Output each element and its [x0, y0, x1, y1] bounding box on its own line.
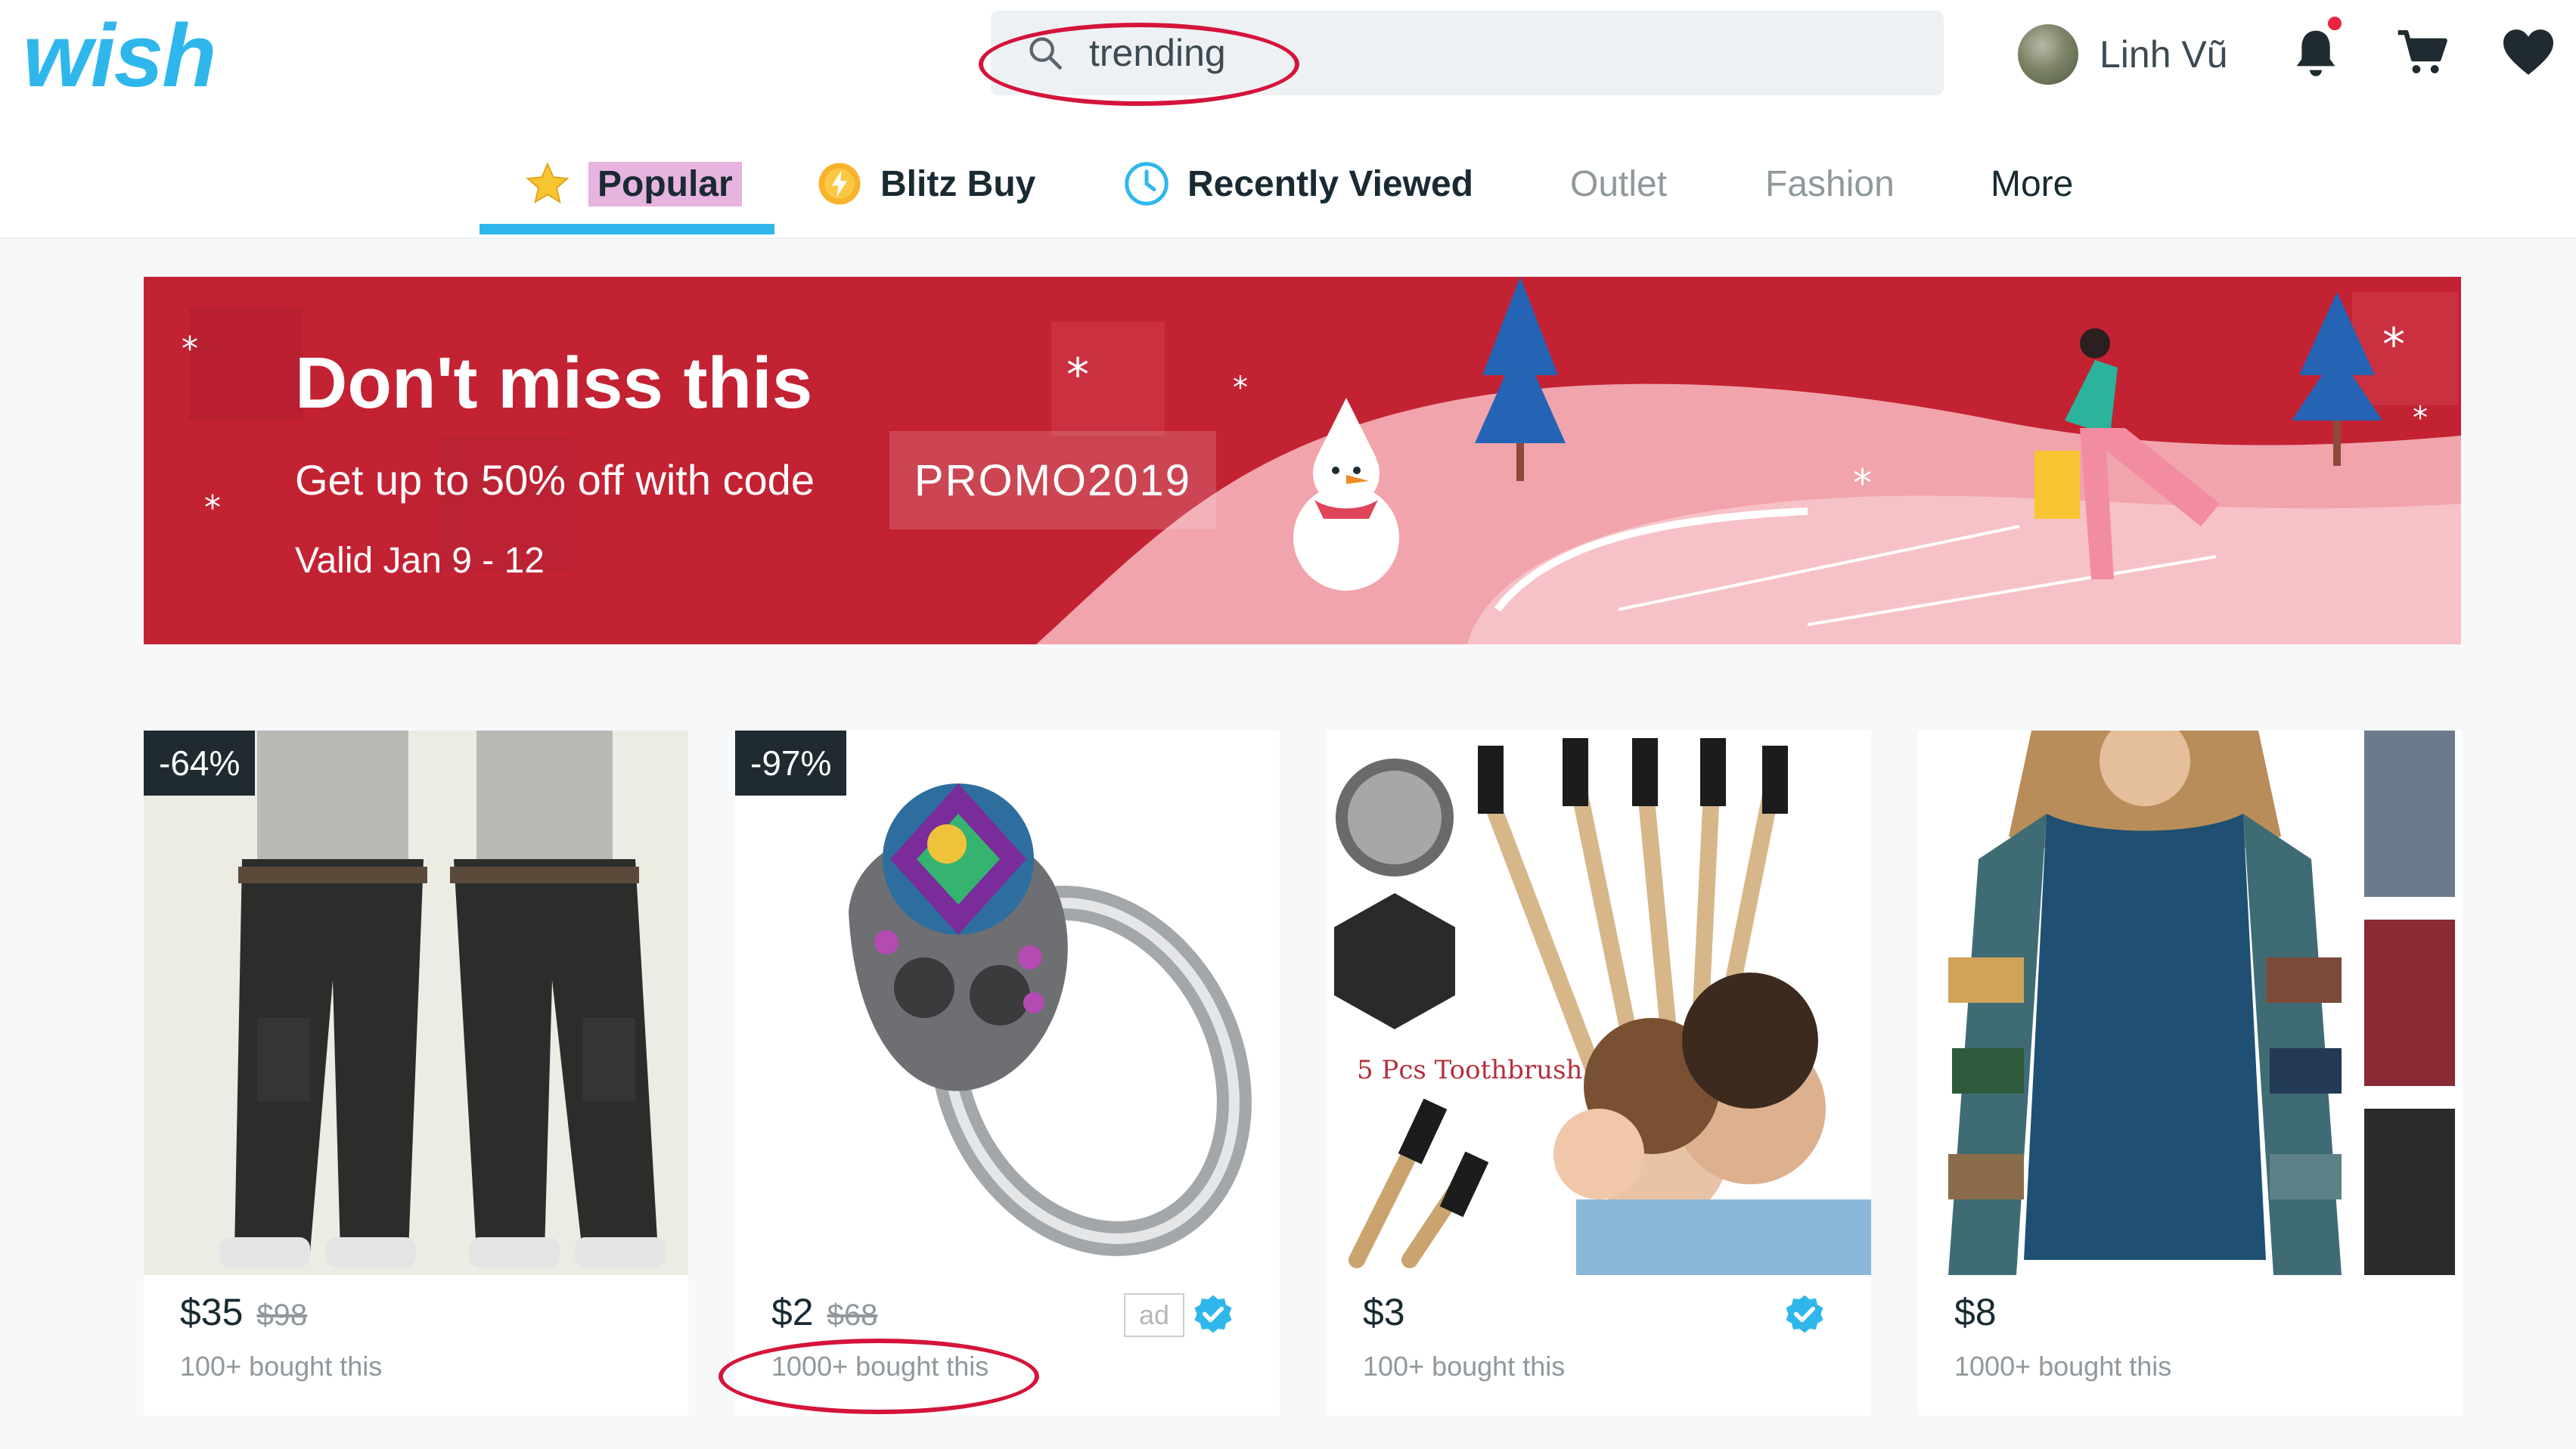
clock-icon: [1125, 162, 1169, 206]
product-price: $2 $68: [771, 1290, 877, 1334]
original-price: $98: [256, 1299, 308, 1332]
bought-annotation-circle: [718, 1339, 1039, 1414]
cart-icon[interactable]: [2396, 27, 2449, 79]
svg-text:*: *: [1233, 371, 1248, 405]
current-price: $35: [180, 1291, 244, 1333]
promo-code: PROMO2019: [889, 431, 1216, 529]
user-profile[interactable]: Linh Vũ: [2018, 23, 2228, 86]
product-card[interactable]: $8 1000+ bought this: [1918, 731, 2463, 1416]
active-tab-underline: [480, 224, 774, 234]
tab-fashion[interactable]: Fashion: [1765, 151, 1895, 216]
wish-logo[interactable]: wish: [23, 5, 216, 107]
svg-text:*: *: [2413, 401, 2428, 436]
promo-banner[interactable]: * * * * * * * Don't miss this Get up to …: [144, 277, 2461, 644]
product-card[interactable]: -97% $2 $68 ad 1000+ bought this: [735, 731, 1280, 1416]
tab-more-label: More: [1991, 163, 2074, 204]
product-price: $3: [1363, 1290, 1405, 1334]
verified-badge-icon: [1194, 1295, 1232, 1333]
tab-blitz-buy-label: Blitz Buy: [880, 163, 1036, 204]
bought-count: 100+ bought this: [1363, 1351, 1566, 1382]
product-price: $8: [1954, 1290, 1997, 1334]
banner-valid-dates: Valid Jan 9 - 12: [295, 541, 545, 581]
tab-recently-viewed[interactable]: Recently Viewed: [1124, 151, 1473, 216]
ad-label: ad: [1124, 1293, 1184, 1337]
tab-outlet[interactable]: Outlet: [1570, 151, 1667, 216]
user-name[interactable]: Linh Vũ: [2100, 33, 2228, 76]
product-image-toothbrush[interactable]: 5 Pcs Toothbrush: [1327, 731, 1871, 1275]
banner-title: Don't miss this: [295, 343, 813, 424]
top-header: wish Linh Vũ Popular: [0, 0, 2576, 239]
product-card[interactable]: 5 Pcs Toothbrush $3 100+ bought this: [1327, 731, 1871, 1416]
svg-text:*: *: [204, 489, 221, 527]
search-annotation-circle: [979, 23, 1299, 106]
svg-text:*: *: [1066, 349, 1089, 402]
avatar[interactable]: [2018, 24, 2078, 85]
tab-outlet-label: Outlet: [1570, 163, 1668, 204]
star-icon: [526, 162, 570, 204]
tab-popular-label: Popular: [588, 161, 742, 206]
product-price: $35 $98: [180, 1290, 307, 1334]
tab-blitz-buy[interactable]: Blitz Buy: [817, 151, 1035, 216]
current-price: $8: [1954, 1291, 1997, 1333]
product-image-striped-top[interactable]: [1918, 731, 2463, 1275]
svg-text:*: *: [1853, 461, 1872, 505]
bell-icon[interactable]: [2292, 26, 2340, 80]
svg-text:*: *: [2382, 318, 2405, 371]
verified-badge-icon: [1786, 1295, 1823, 1333]
product-image-cargo-pants[interactable]: [144, 731, 688, 1275]
product-image-skull-ring[interactable]: [735, 731, 1280, 1275]
notification-dot: [2328, 17, 2342, 30]
discount-badge: -97%: [735, 731, 847, 796]
category-tabs: Popular Blitz Buy Recently Viewed Outlet…: [0, 136, 2576, 239]
bought-count: 1000+ bought this: [1954, 1351, 2172, 1382]
blitz-coin-icon: [818, 163, 861, 205]
discount-badge: -64%: [144, 731, 256, 796]
current-price: $3: [1363, 1291, 1405, 1333]
svg-text:*: *: [182, 330, 198, 368]
toothbrush-image-caption: 5 Pcs Toothbrush: [1357, 1055, 1582, 1085]
tab-recently-viewed-label: Recently Viewed: [1187, 163, 1473, 204]
banner-subtitle: Get up to 50% off with code: [295, 456, 815, 504]
bought-count: 100+ bought this: [180, 1351, 383, 1382]
current-price: $2: [771, 1291, 814, 1333]
tab-popular[interactable]: Popular: [525, 151, 742, 216]
tab-fashion-label: Fashion: [1765, 163, 1895, 204]
tab-more[interactable]: More: [1991, 151, 2073, 216]
original-price: $68: [827, 1299, 878, 1332]
product-card[interactable]: -64% $35 $98 100+ bought this: [144, 731, 688, 1416]
heart-icon[interactable]: [2500, 27, 2556, 77]
